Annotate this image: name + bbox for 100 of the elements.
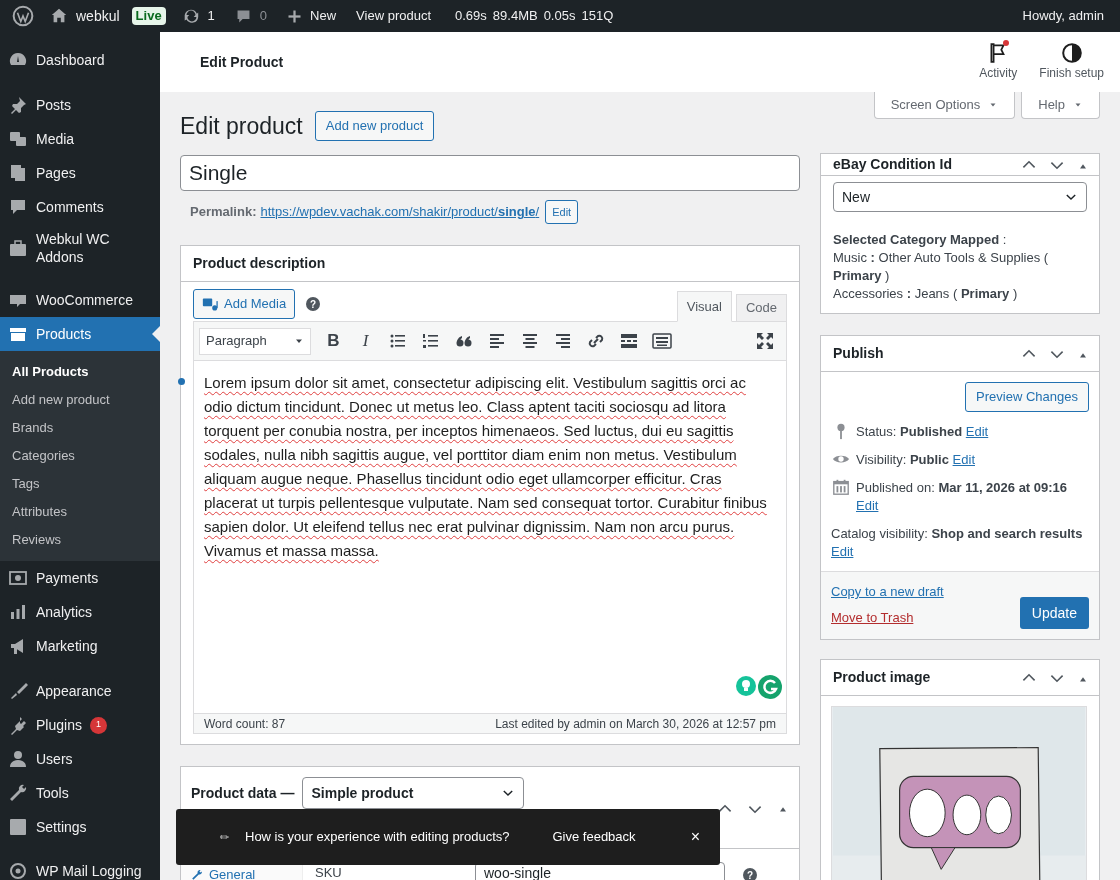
add-new-product-button[interactable]: Add new product <box>314 111 435 141</box>
sidebar-item[interactable]: Analytics <box>0 595 160 629</box>
page-header-title: Edit Product <box>200 52 284 72</box>
sidebar-item[interactable]: WP Mail Logging <box>0 855 160 880</box>
sidebar-item[interactable]: Settings <box>0 810 160 844</box>
edit-link[interactable]: Edit <box>965 424 989 439</box>
italic-button[interactable]: I <box>356 328 375 354</box>
submenu-item[interactable]: Add new product <box>0 386 160 414</box>
field-label: SKU <box>315 865 343 880</box>
align-right-icon <box>553 331 573 351</box>
sidebar-item[interactable]: Payments <box>0 561 160 595</box>
writing-assistant-icon[interactable] <box>758 675 782 699</box>
condition-select[interactable]: New <box>833 182 1087 212</box>
calendar-icon <box>831 478 851 496</box>
keyboard-icon <box>652 331 672 351</box>
home-icon <box>50 7 68 25</box>
toast-message: How is your experience with editing products? <box>245 828 510 847</box>
screen-tab-button[interactable]: Help <box>1021 92 1100 119</box>
move-to-trash-link[interactable]: Move to Trash <box>831 607 944 627</box>
sidebar-item[interactable]: Appearance <box>0 674 160 708</box>
help-icon[interactable]: ? <box>743 868 757 880</box>
sidebar-item[interactable]: Media <box>0 122 160 156</box>
panel-title: eBay Condition Id <box>833 155 952 174</box>
media-icon <box>8 129 28 149</box>
align-right-button[interactable] <box>553 331 573 351</box>
add-media-button[interactable]: Add Media <box>193 289 296 319</box>
category-mapping: Accessories : Jeans ( Primary ) <box>833 285 1019 303</box>
bar-chart-icon <box>8 602 28 622</box>
editor-tab[interactable]: Visual <box>676 291 732 322</box>
edit-slug-button[interactable]: Edit <box>545 200 579 224</box>
publish-setting-text: Visibility: Public <box>856 452 949 467</box>
submenu-item[interactable]: Tags <box>0 470 160 498</box>
editor-tab[interactable]: Code <box>735 294 787 322</box>
edit-link[interactable]: Edit <box>831 543 854 561</box>
permalink-link[interactable]: https://wpdev.vachak.com/shakir/product/single/ <box>260 202 540 222</box>
category-mapping: Music : Other Auto Tools & Supplies ( Primary ) <box>833 249 1050 285</box>
screen-tab-button[interactable]: Screen Options <box>873 92 1016 119</box>
submenu-item[interactable]: Reviews <box>0 526 160 554</box>
help-icon[interactable]: ? <box>306 297 321 311</box>
submenu-item[interactable]: Categories <box>0 442 160 470</box>
panel-title: Publish <box>833 344 884 363</box>
word-count: Word count: 87 <box>204 715 286 733</box>
copy-draft-link[interactable]: Copy to a new draft <box>831 582 944 602</box>
align-center-button[interactable] <box>520 331 540 351</box>
query-stat[interactable]: 0.69s <box>455 6 487 26</box>
sidebar-item[interactable]: Marketing <box>0 629 160 663</box>
edit-link[interactable]: Edit <box>952 452 975 467</box>
plus-icon <box>287 8 303 24</box>
expand-icon <box>755 331 775 351</box>
wrench-icon <box>8 783 28 803</box>
edit-link[interactable]: Edit <box>856 497 879 515</box>
new-menu-link[interactable]: New <box>310 6 337 26</box>
panel-title: Product image <box>833 668 931 687</box>
briefcase-icon <box>8 238 28 258</box>
comment-count[interactable]: 0 <box>259 6 268 26</box>
numbered-list-icon <box>421 331 441 351</box>
sidebar-item[interactable]: Posts <box>0 88 160 122</box>
update-button[interactable]: Update <box>1019 597 1089 629</box>
sidebar-item[interactable]: Products <box>0 317 160 351</box>
give-feedback-link[interactable]: Give feedback <box>552 827 636 847</box>
sidebar-item[interactable]: Tools <box>0 776 160 810</box>
sidebar-item[interactable]: Dashboard <box>0 43 160 77</box>
title-field[interactable]: Single <box>180 155 800 191</box>
header-action-button[interactable]: Activity <box>975 42 1022 82</box>
half-circle-icon <box>1060 42 1083 64</box>
greeting-link[interactable]: Howdy, admin <box>1022 6 1104 26</box>
user-icon <box>8 749 28 769</box>
sidebar-item[interactable]: WooCommerce <box>0 283 160 317</box>
banknote-icon <box>8 568 28 588</box>
product-type-select[interactable]: Simple product <box>302 777 525 809</box>
query-stat[interactable]: 0.05s <box>543 6 576 26</box>
submenu-item[interactable]: Brands <box>0 414 160 442</box>
query-stat[interactable]: 151Q <box>581 6 614 26</box>
editor-content[interactable]: Lorem ipsum dolor sit amet, consectetur adipiscing elit. Vestibulum sagittis orci ac odio dictum tincidunt. Donec ut metus leo. Class aptent taciti sociosqu ad litora torquent per conubia nostra, per inceptos himenaeos. Sed luctus, dui eu sagittis sodales, nulla nibh sagittis augue, vel porttitor diam enim non metus. Vestibulum aliquam augue neque. Phasellus tincidunt odio eget ullamcorper efficitur. Cras placerat ut turpis pellentesque vulputate. Nam sed consequat tortor. Curabitur finibus sapien dolor. Ut eleifend tellus nec erat pulvinar dignissim. Nam non arcu purus. Vivamus et massa massa. <box>204 371 776 563</box>
speech-bubble-icon <box>8 197 28 217</box>
format-select[interactable]: Paragraph <box>199 327 311 355</box>
submenu-item[interactable]: Attributes <box>0 498 160 526</box>
align-center-icon <box>520 331 540 351</box>
submenu-item[interactable]: All Products <box>0 358 160 386</box>
numbered-list-button[interactable] <box>421 331 441 351</box>
sidebar-item[interactable]: Pages <box>0 156 160 190</box>
sidebar-item[interactable]: Plugins 1 <box>0 708 160 742</box>
pages-icon <box>8 163 28 183</box>
fullscreen-button[interactable] <box>755 331 775 351</box>
sidebar-item[interactable]: Webkul WC Addons <box>0 224 160 272</box>
read-more-button[interactable] <box>619 331 639 351</box>
bold-button[interactable]: B <box>324 328 343 354</box>
close-button[interactable]: × <box>690 825 700 849</box>
view-product-link[interactable]: View product <box>356 6 431 26</box>
site-name-link[interactable]: webkul <box>76 5 120 27</box>
pencil-icon: ✏ <box>220 828 229 846</box>
keyboard-button[interactable] <box>652 331 672 351</box>
header-action-button[interactable]: Finish setup <box>1035 42 1108 82</box>
preview-changes-button[interactable]: Preview Changes <box>965 382 1089 412</box>
align-left-button[interactable] <box>487 331 507 351</box>
query-stat[interactable]: 89.4MB <box>492 6 538 26</box>
update-count[interactable]: 1 <box>207 6 215 26</box>
sidebar-item[interactable]: Comments <box>0 190 160 224</box>
sidebar-item[interactable]: Users <box>0 742 160 776</box>
drag-handle-icon[interactable] <box>178 378 185 385</box>
